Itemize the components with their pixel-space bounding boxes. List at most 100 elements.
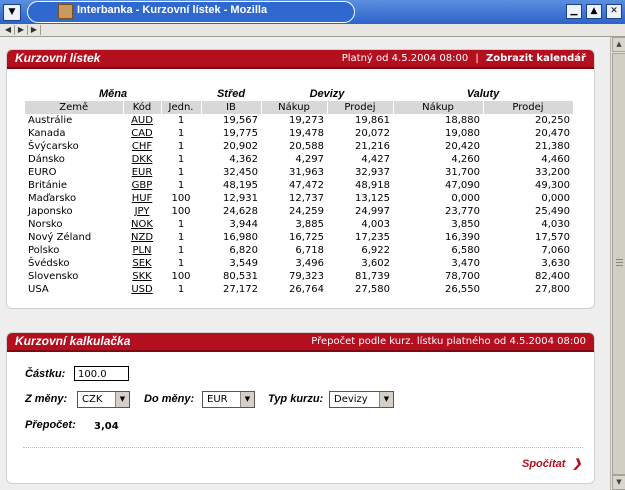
devizy-buy-cell: 79,323 — [289, 271, 324, 282]
country-cell: Polsko — [28, 245, 60, 256]
nav-forward-arrow-icon[interactable]: ▶ — [15, 25, 28, 35]
calculator-panel: Kurzovní kalkulačka Přepočet podle kurz.… — [6, 332, 595, 484]
from-currency-label: Z měny: — [25, 393, 68, 405]
compute-label: Spočítat — [522, 458, 566, 470]
rate-row: Kanada CAD 1 19,775 19,478 20,072 19,080 20,470 — [25, 127, 573, 140]
scrollbar-thumb[interactable] — [612, 53, 625, 475]
minimize-button[interactable]: ▁ — [566, 4, 582, 19]
valuty-sell-cell: 33,200 — [535, 167, 570, 178]
from-currency-select[interactable]: CZK ▼ — [77, 391, 130, 408]
window-title: Interbanka - Kurzovní lístek - Mozilla — [77, 4, 268, 16]
devizy-buy-cell: 3,496 — [295, 258, 324, 269]
devizy-sell-cell: 4,003 — [361, 219, 390, 230]
close-button[interactable]: ✕ — [606, 4, 622, 19]
calculator-divider — [23, 447, 583, 448]
currency-code-link[interactable]: SEK — [132, 258, 151, 269]
col-header-devizy-nakup: Nákup — [261, 101, 328, 114]
ib-rate-cell: 16,980 — [223, 232, 258, 243]
nav-next-arrow-icon[interactable]: ▶ — [28, 25, 41, 35]
vertical-scrollbar[interactable]: ▲ ▼ — [610, 37, 625, 490]
currency-code-cell: USD — [123, 283, 161, 296]
col-header-devizy-prodej: Prodej — [327, 101, 394, 114]
currency-code-link[interactable]: PLN — [132, 245, 151, 256]
country-cell: Švýcarsko — [28, 141, 79, 152]
rates-panel-info: Platný od 4.5.2004 08:00 | Zobrazit kale… — [342, 53, 586, 64]
currency-code-link[interactable]: USD — [131, 284, 152, 295]
currency-code-link[interactable]: GBP — [132, 180, 153, 191]
valuty-buy-cell: 19,080 — [445, 128, 480, 139]
currency-code-link[interactable]: HUF — [132, 193, 153, 204]
maximize-button[interactable]: ▲ — [586, 4, 602, 19]
currency-code-link[interactable]: CHF — [132, 141, 152, 152]
rate-type-label: Typ kurzu: — [268, 393, 324, 405]
group-header-stred: Střed — [216, 88, 246, 100]
rate-row: Norsko NOK 1 3,944 3,885 4,003 3,850 4,030 — [25, 218, 573, 231]
col-header-valuty-nakup: Nákup — [393, 101, 484, 114]
calculator-panel-subtitle: Přepočet podle kurz. lístku platného od … — [311, 336, 586, 347]
currency-code-cell: CAD — [123, 127, 161, 140]
ib-rate-cell: 20,902 — [223, 141, 258, 152]
scroll-up-icon[interactable]: ▲ — [612, 37, 625, 52]
show-calendar-link[interactable]: Zobrazit kalendář — [486, 53, 586, 64]
group-header-mena: Měna — [98, 88, 128, 100]
units-cell: 1 — [177, 180, 185, 191]
valuty-buy-cell: 3,470 — [451, 258, 480, 269]
window-menu-button[interactable]: ▼ — [3, 4, 21, 21]
devizy-buy-cell: 3,885 — [295, 219, 324, 230]
currency-code-link[interactable]: EUR — [132, 167, 153, 178]
devizy-sell-cell: 13,125 — [355, 193, 390, 204]
devizy-buy-cell: 6,718 — [295, 245, 324, 256]
rate-type-select[interactable]: Devizy ▼ — [329, 391, 394, 408]
valuty-buy-cell: 78,700 — [445, 271, 480, 282]
currency-code-link[interactable]: JPY — [135, 206, 150, 217]
rate-row: Slovensko SKK 100 80,531 79,323 81,739 78,700 8… — [25, 270, 573, 283]
devizy-sell-cell: 21,216 — [355, 141, 390, 152]
col-header-zeme: Země — [25, 101, 124, 114]
valuty-buy-cell: 31,700 — [445, 167, 480, 178]
country-cell: Norsko — [28, 219, 63, 230]
rates-table: Měna Střed Devizy Valuty Země Kód Jedn. … — [25, 88, 574, 296]
currency-code-link[interactable]: SKK — [132, 271, 151, 282]
currency-code-link[interactable]: NZD — [131, 232, 153, 243]
currency-code-cell: NZD — [123, 231, 161, 244]
rate-row: Japonsko JPY 100 24,628 24,259 24,997 23,770 25… — [25, 205, 573, 218]
amount-input[interactable]: 100.0 — [74, 366, 129, 381]
ib-rate-cell: 3,944 — [229, 219, 258, 230]
country-cell: Japonsko — [28, 206, 73, 217]
currency-code-link[interactable]: DKK — [132, 154, 153, 165]
nav-strip: ◀ ▶ ▶ — [0, 24, 625, 37]
rate-row: Švýcarsko CHF 1 20,902 20,588 21,216 20,420 21,… — [25, 140, 573, 153]
col-header-kod: Kód — [123, 101, 162, 114]
devizy-buy-cell: 12,737 — [289, 193, 324, 204]
valuty-buy-cell: 6,580 — [451, 245, 480, 256]
currency-code-link[interactable]: CAD — [131, 128, 153, 139]
currency-code-link[interactable]: AUD — [131, 115, 153, 126]
currency-code-link[interactable]: NOK — [131, 219, 153, 230]
scroll-down-icon[interactable]: ▼ — [612, 475, 625, 490]
ib-rate-cell: 19,775 — [223, 128, 258, 139]
currency-code-cell: EUR — [123, 166, 161, 179]
country-cell: Austrálie — [28, 115, 73, 126]
group-header-valuty: Valuty — [466, 88, 500, 100]
title-bar: ▼ Interbanka - Kurzovní lístek - Mozilla… — [0, 0, 625, 24]
chevron-down-icon: ▼ — [240, 392, 254, 407]
devizy-sell-cell: 17,235 — [355, 232, 390, 243]
devizy-sell-cell: 81,739 — [355, 271, 390, 282]
rate-row: EURO EUR 1 32,450 31,963 32,937 31,700 33,200 — [25, 166, 573, 179]
devizy-sell-cell: 24,997 — [355, 206, 390, 217]
valuty-buy-cell: 18,880 — [445, 115, 480, 126]
currency-code-cell: SKK — [123, 270, 161, 283]
country-cell: EURO — [28, 167, 57, 178]
country-cell: USA — [28, 284, 49, 295]
devizy-sell-cell: 4,427 — [361, 154, 390, 165]
to-currency-select[interactable]: EUR ▼ — [202, 391, 255, 408]
app-icon — [58, 4, 73, 19]
currency-code-cell: PLN — [123, 244, 161, 257]
valid-from-text: Platný od 4.5.2004 08:00 — [341, 53, 469, 64]
nav-back-arrow-icon[interactable]: ◀ — [2, 25, 15, 35]
units-cell: 1 — [177, 167, 185, 178]
column-header-row: Země Kód Jedn. IB Nákup Prodej Nákup Pro… — [25, 101, 574, 114]
calculator-panel-header: Kurzovní kalkulačka Přepočet podle kurz.… — [7, 333, 594, 352]
devizy-sell-cell: 6,922 — [361, 245, 390, 256]
compute-button[interactable]: Spočítat ❯ — [522, 457, 582, 470]
